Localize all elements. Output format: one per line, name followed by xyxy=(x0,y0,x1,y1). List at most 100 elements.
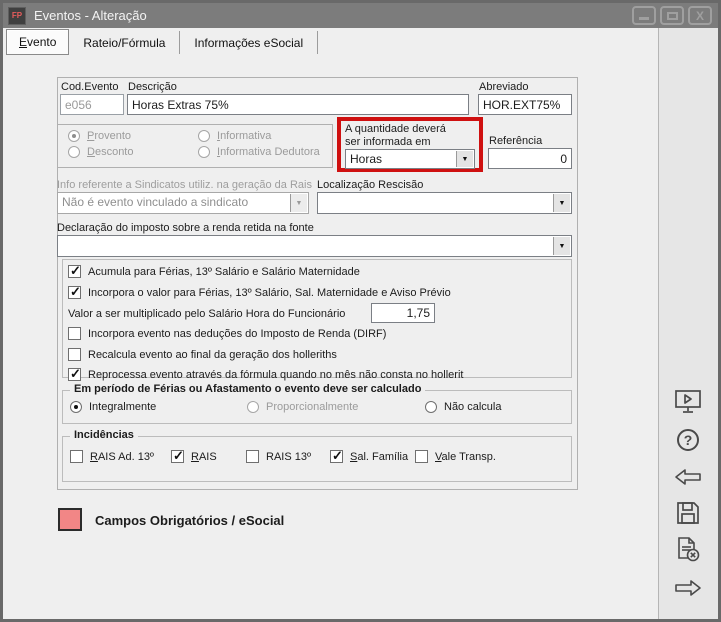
maximize-icon xyxy=(667,12,678,20)
quantidade-label-line1: A quantidade deverá xyxy=(345,123,446,135)
provento-label: Provento xyxy=(87,130,131,142)
recalcula-label: Recalcula evento ao final da geração dos… xyxy=(88,349,337,361)
quantidade-dropdown[interactable]: Horas ▼ xyxy=(345,149,475,169)
rais-label: RAIS xyxy=(191,451,217,463)
nao-calcula-radio-icon xyxy=(425,401,437,413)
radio-provento[interactable]: Provento xyxy=(68,130,131,142)
checkbox-acumula[interactable]: Acumula para Férias, 13º Salário e Salár… xyxy=(68,265,360,278)
referencia-field[interactable]: 0 xyxy=(488,148,572,169)
quantidade-label-line2: ser informada em xyxy=(345,136,431,148)
proporcionalmente-radio-icon xyxy=(247,401,259,413)
recalcula-checkbox-icon xyxy=(68,348,81,361)
informativa-radio-icon xyxy=(198,130,210,142)
sindicato-value: Não é evento vinculado a sindicato xyxy=(62,195,288,209)
checkbox-incorpora-valor[interactable]: Incorpora o valor para Férias, 13º Salár… xyxy=(68,286,451,299)
question-mark-icon xyxy=(677,429,699,451)
cod-evento-field[interactable]: e056 xyxy=(60,94,124,115)
incorpora-dirf-label: Incorpora evento nas deduções do Imposto… xyxy=(88,328,386,340)
checkbox-incorpora-dirf[interactable]: Incorpora evento nas deduções do Imposto… xyxy=(68,327,386,340)
vale-transp-label: Vale Transp. xyxy=(435,451,496,463)
dropdown-arrow-icon[interactable]: ▼ xyxy=(553,194,570,212)
rais-ad13-label: RAIS Ad. 13º xyxy=(90,451,154,463)
minimize-icon xyxy=(639,17,649,20)
tab-strip: Evento Rateio/Fórmula Informações eSocia… xyxy=(6,29,318,55)
dropdown-arrow-icon[interactable]: ▼ xyxy=(553,237,570,255)
acumula-label: Acumula para Férias, 13º Salário e Salár… xyxy=(88,266,360,278)
reprocessa-checkbox-icon xyxy=(68,368,81,381)
incorpora-valor-label: Incorpora o valor para Férias, 13º Salár… xyxy=(88,287,451,299)
sal-familia-label: Sal. Família xyxy=(350,451,408,463)
dropdown-arrow-icon[interactable]: ▼ xyxy=(456,151,473,167)
tab-evento[interactable]: Evento xyxy=(6,29,69,55)
informativa-dedutora-radio-icon xyxy=(198,146,210,158)
checkbox-reprocessa[interactable]: Reprocessa evento através da fórmula qua… xyxy=(68,368,463,381)
radio-integralmente[interactable]: Integralmente xyxy=(70,401,156,413)
radio-informativa-dedutora[interactable]: Informativa Dedutora xyxy=(198,146,320,158)
incidencias-group-title: Incidências xyxy=(70,429,138,441)
abreviado-field[interactable]: HOR.EXT75% xyxy=(478,94,572,115)
nao-calcula-label: Não calcula xyxy=(444,401,501,413)
integralmente-radio-icon xyxy=(70,401,82,413)
informativa-label: Informativa xyxy=(217,130,271,142)
reprocessa-label: Reprocessa evento através da fórmula qua… xyxy=(88,369,463,381)
maximize-button[interactable] xyxy=(660,6,684,25)
help-icon[interactable] xyxy=(673,426,703,454)
vale-transp-checkbox-icon xyxy=(415,450,428,463)
checkbox-sal-familia[interactable]: Sal. Família xyxy=(330,450,408,463)
quantidade-label: A quantidade deverá ser informada em xyxy=(345,123,446,149)
radio-informativa[interactable]: Informativa xyxy=(198,130,271,142)
window-title: Eventos - Alteração xyxy=(34,8,147,23)
toolbar-sidebar xyxy=(658,28,718,619)
proporcionalmente-label: Proporcionalmente xyxy=(266,401,358,413)
acumula-checkbox-icon xyxy=(68,265,81,278)
radio-desconto[interactable]: Desconto xyxy=(68,146,133,158)
required-color-swatch xyxy=(58,508,82,531)
informativa-dedutora-label: Informativa Dedutora xyxy=(217,146,320,158)
checkbox-vale-transp[interactable]: Vale Transp. xyxy=(415,450,496,463)
declaracao-ir-dropdown[interactable]: ▼ xyxy=(57,235,572,257)
required-legend-text: Campos Obrigatórios / eSocial xyxy=(95,513,284,528)
localizacao-rescisao-dropdown[interactable]: ▼ xyxy=(317,192,572,214)
sal-familia-checkbox-icon xyxy=(330,450,343,463)
incorpora-valor-checkbox-icon xyxy=(68,286,81,299)
radio-nao-calcula[interactable]: Não calcula xyxy=(425,401,501,413)
dropdown-arrow-icon: ▼ xyxy=(290,194,307,212)
referencia-label: Referência xyxy=(489,135,542,147)
ferias-group-title: Em período de Férias ou Afastamento o ev… xyxy=(70,383,425,395)
tab-rateio-formula[interactable]: Rateio/Fórmula xyxy=(69,31,180,54)
save-icon[interactable] xyxy=(673,499,703,527)
radio-proporcionalmente: Proporcionalmente xyxy=(247,401,358,413)
monitor-play-icon[interactable] xyxy=(673,388,703,416)
sindicato-label: Info referente a Sindicatos utiliz. na g… xyxy=(57,179,312,191)
descricao-field[interactable]: Horas Extras 75% xyxy=(127,94,469,115)
minimize-button[interactable] xyxy=(632,6,656,25)
rais13-checkbox-icon xyxy=(246,450,259,463)
arrow-right-icon[interactable] xyxy=(673,574,703,602)
provento-radio-icon xyxy=(68,130,80,142)
title-bar: FP Eventos - Alteração X xyxy=(3,3,718,28)
app-fp-icon: FP xyxy=(8,7,26,25)
checkbox-rais[interactable]: RAIS xyxy=(171,450,217,463)
rais-checkbox-icon xyxy=(171,450,184,463)
close-button[interactable]: X xyxy=(688,6,712,25)
checkbox-rais13[interactable]: RAIS 13º xyxy=(246,450,311,463)
document-delete-icon[interactable] xyxy=(673,536,703,564)
checkbox-recalcula[interactable]: Recalcula evento ao final da geração dos… xyxy=(68,348,337,361)
arrow-left-icon[interactable] xyxy=(673,463,703,491)
abreviado-label: Abreviado xyxy=(479,81,529,93)
dialog-window: FP Eventos - Alteração X Evento Rateio/F… xyxy=(0,0,721,622)
desconto-radio-icon xyxy=(68,146,80,158)
quantidade-value: Horas xyxy=(350,152,454,166)
checkbox-rais-ad13[interactable]: RAIS Ad. 13º xyxy=(70,450,154,463)
rais13-label: RAIS 13º xyxy=(266,451,311,463)
integralmente-label: Integralmente xyxy=(89,401,156,413)
declaracao-ir-label: Declaração do imposto sobre a renda reti… xyxy=(57,222,314,234)
valor-multiplicado-field[interactable]: 1,75 xyxy=(371,303,435,323)
rais-ad13-checkbox-icon xyxy=(70,450,83,463)
cod-evento-label: Cod.Evento xyxy=(61,81,118,93)
valor-multiplicado-label: Valor a ser multiplicado pelo Salário Ho… xyxy=(68,308,345,320)
sindicato-dropdown: Não é evento vinculado a sindicato ▼ xyxy=(57,192,309,214)
incorpora-dirf-checkbox-icon xyxy=(68,327,81,340)
close-icon: X xyxy=(696,9,704,23)
tab-informacoes-esocial[interactable]: Informações eSocial xyxy=(180,31,318,54)
